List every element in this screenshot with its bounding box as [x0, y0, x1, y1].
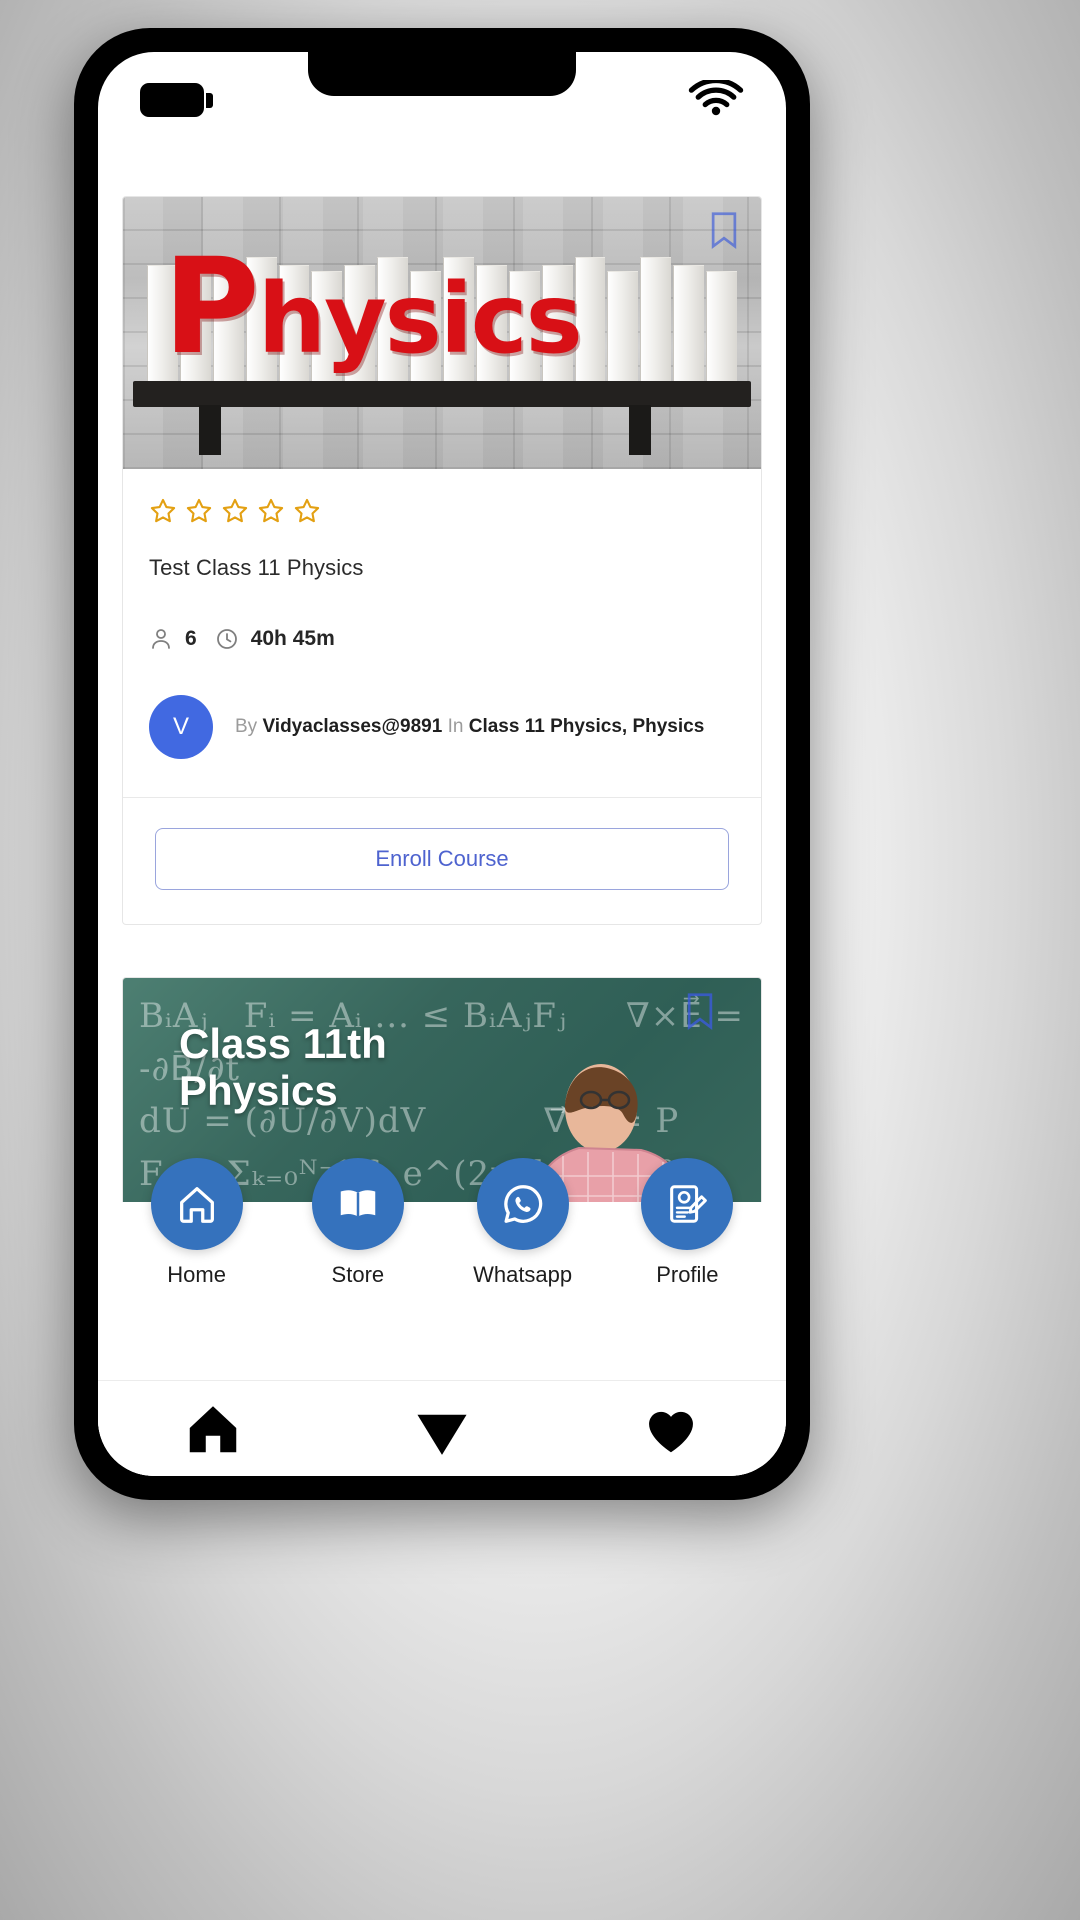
send-paper-plane-icon[interactable] — [409, 1398, 475, 1460]
enroll-course-button[interactable]: Enroll Course — [155, 828, 729, 890]
star-icon-4[interactable] — [257, 497, 285, 525]
fab-store-button[interactable] — [311, 1158, 404, 1250]
star-icon-2[interactable] — [185, 497, 213, 525]
physics-wordmark: Physics — [163, 241, 583, 375]
shelf-bracket-right — [629, 405, 651, 455]
in-label: In — [447, 715, 464, 737]
battery-full-icon — [140, 83, 213, 117]
enroll-section: Enroll Course — [123, 798, 761, 924]
bottom-navigation — [98, 1380, 786, 1476]
wifi-icon — [688, 80, 744, 116]
physics-rest: hysics — [257, 263, 583, 375]
phone-screen: Physics Test Class 11 Physics 6 40h 45m … — [98, 52, 786, 1476]
course-duration: 40h 45m — [250, 627, 335, 650]
profile-document-icon — [670, 1185, 708, 1223]
star-icon-1[interactable] — [149, 497, 177, 525]
home-outline-icon — [179, 1187, 214, 1223]
heart-filled-icon[interactable] — [638, 1398, 704, 1460]
star-icon-3[interactable] — [221, 497, 249, 525]
fab-label-store: Store — [331, 1262, 385, 1287]
home-filled-icon[interactable] — [180, 1398, 246, 1460]
phone-frame: Physics Test Class 11 Physics 6 40h 45m … — [74, 28, 810, 1500]
course-card-2-title-line2: Physics — [179, 1067, 338, 1115]
physics-capital: P — [163, 230, 260, 384]
fab-label-whatsapp: Whatsapp — [473, 1262, 573, 1287]
author-row[interactable]: V By Vidyaclasses@9891 In Class 11 Physi… — [149, 695, 735, 793]
course-thumbnail[interactable]: Physics — [123, 197, 761, 469]
fab-label-profile: Profile — [656, 1262, 719, 1287]
duration-meta: 40h 45m — [215, 627, 335, 651]
author-name[interactable]: Vidyaclasses@9891 — [262, 716, 442, 737]
course-card-2-title-line1: Class 11th — [179, 1020, 387, 1067]
rating-stars[interactable] — [149, 497, 735, 525]
fab-item-whatsapp[interactable]: Whatsapp — [473, 1158, 572, 1288]
whatsapp-icon — [503, 1185, 542, 1223]
course-title: Test Class 11 Physics — [149, 555, 364, 580]
author-text: By Vidyaclasses@9891 In Class 11 Physics… — [235, 715, 704, 740]
bookmark-icon[interactable] — [707, 211, 741, 249]
phone-notch — [308, 52, 576, 96]
shelf-board — [133, 381, 751, 407]
fab-whatsapp-button[interactable] — [476, 1158, 569, 1250]
course-card[interactable]: Physics Test Class 11 Physics 6 40h 45m … — [122, 196, 762, 925]
shelf-bracket-left — [199, 405, 221, 455]
fab-item-store[interactable]: Store — [311, 1158, 404, 1288]
clock-icon — [216, 629, 237, 649]
fab-item-home[interactable]: Home — [150, 1158, 243, 1288]
quick-action-bar: Home Store Whatsapp Profile — [98, 1158, 786, 1382]
fab-label-home: Home — [167, 1262, 226, 1287]
person-icon — [152, 629, 170, 649]
course-card-body: Test Class 11 Physics 6 40h 45m V By Vid… — [123, 469, 761, 797]
bookmark-icon[interactable] — [683, 992, 717, 1030]
course-meta-row: 6 40h 45m — [149, 627, 735, 651]
fab-home-button[interactable] — [150, 1158, 243, 1250]
students-count: 6 — [185, 627, 197, 650]
by-label: By — [235, 715, 258, 737]
star-icon-5[interactable] — [293, 497, 321, 525]
course-categories[interactable]: Class 11 Physics, Physics — [469, 716, 705, 737]
students-meta: 6 — [149, 627, 197, 651]
fab-item-profile[interactable]: Profile — [641, 1158, 734, 1288]
course-card-2-title: Class 11th Physics — [179, 1020, 387, 1114]
fab-profile-button[interactable] — [641, 1158, 734, 1250]
book-open-icon — [340, 1190, 376, 1217]
avatar[interactable]: V — [149, 695, 213, 759]
